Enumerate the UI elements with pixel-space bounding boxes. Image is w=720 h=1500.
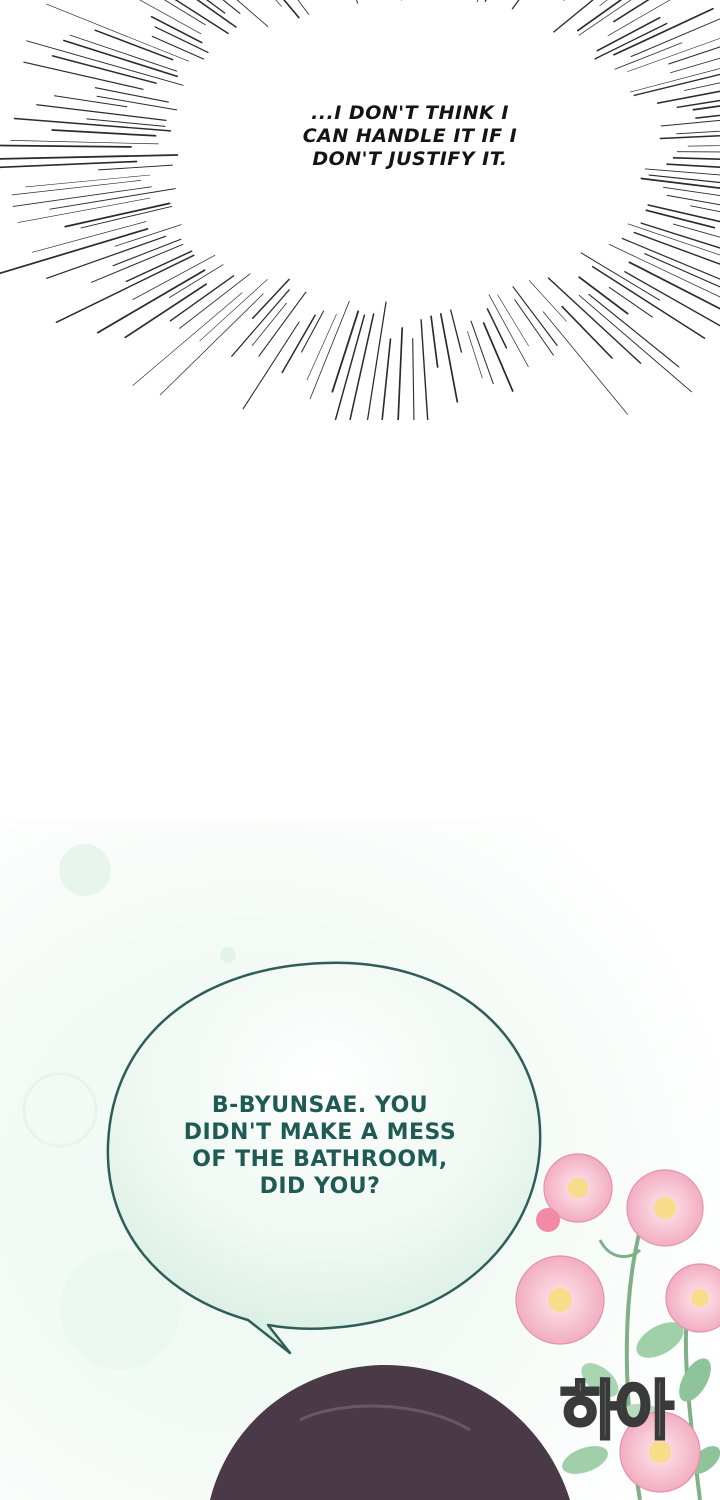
- burst-line: [168, 264, 224, 299]
- burst-line: [660, 119, 720, 127]
- burst-line: [596, 16, 661, 52]
- burst-line: [627, 37, 720, 72]
- burst-line: [51, 55, 157, 84]
- burst-line: [381, 338, 392, 420]
- burst-line: [687, 145, 720, 147]
- burst-line: [578, 294, 692, 393]
- burst-line: [397, 327, 404, 420]
- burst-line: [0, 144, 132, 148]
- burst-line: [553, 0, 594, 33]
- burst-line: [366, 301, 387, 420]
- burst-line: [139, 0, 202, 35]
- burst-line: [251, 302, 287, 346]
- burst-line: [591, 265, 706, 339]
- burst-line: [132, 292, 243, 386]
- burst-line: [96, 269, 206, 334]
- burst-line: [179, 273, 251, 329]
- burst-line: [676, 130, 720, 135]
- burst-line: [482, 322, 514, 392]
- burst-line: [17, 197, 151, 223]
- burst-line: [633, 73, 720, 97]
- burst-line: [627, 223, 720, 256]
- burst-line: [412, 338, 415, 420]
- burst-line: [11, 180, 141, 196]
- burst-line: [125, 250, 193, 283]
- burst-line: [630, 18, 720, 58]
- burst-line: [576, 0, 623, 32]
- panel-thought: ...I DON'T THINK I CAN HANDLE IT IF I DO…: [0, 0, 720, 420]
- burst-line: [283, 0, 300, 19]
- burst-line: [281, 314, 316, 374]
- burst-line: [614, 42, 683, 70]
- burst-line: [0, 154, 179, 160]
- burst-line: [644, 168, 720, 176]
- burst-line: [63, 39, 179, 78]
- burst-line: [695, 114, 720, 119]
- burst-line: [25, 174, 151, 188]
- burst-line: [174, 0, 229, 35]
- burst-line: [26, 40, 184, 86]
- burst-line: [542, 311, 628, 415]
- burst-line: [98, 164, 173, 171]
- burst-line: [96, 95, 178, 111]
- burst-line: [514, 299, 554, 356]
- burst-line: [231, 289, 290, 357]
- bokeh-circle: [220, 947, 236, 963]
- speech-text: B-BYUNSAE. YOU DIDN'T MAKE A MESS OF THE…: [183, 1093, 457, 1199]
- burst-line: [163, 0, 206, 26]
- burst-line: [10, 140, 159, 145]
- burst-line: [242, 321, 300, 410]
- burst-line: [154, 26, 209, 54]
- burst-line: [94, 29, 174, 61]
- burst-line: [258, 291, 307, 357]
- burst-line: [613, 0, 650, 23]
- burst-line: [169, 275, 235, 322]
- bokeh-circle: [59, 844, 111, 896]
- burst-line: [334, 314, 366, 420]
- burst-line: [356, 0, 359, 4]
- burst-line: [0, 228, 149, 275]
- burst-line: [621, 237, 720, 280]
- burst-line: [633, 231, 720, 265]
- burst-line: [420, 319, 429, 420]
- burst-lines: [0, 0, 720, 420]
- burst-line: [484, 0, 487, 2]
- burst-line: [80, 205, 173, 229]
- burst-line: [36, 104, 167, 122]
- burst-line: [594, 22, 668, 60]
- burst-line: [672, 156, 720, 161]
- burst-line: [488, 294, 529, 368]
- thought-text: ...I DON'T THINK I CAN HANDLE IT IF I DO…: [302, 102, 518, 170]
- burst-line: [676, 99, 720, 109]
- burst-line: [624, 271, 720, 327]
- burst-line: [599, 0, 608, 6]
- burst-line: [430, 315, 439, 368]
- burst-line: [666, 163, 720, 168]
- burst-line: [309, 300, 350, 400]
- burst-line: [476, 0, 479, 3]
- burst-line: [199, 279, 268, 342]
- burst-line: [467, 331, 483, 379]
- burst-line: [512, 286, 558, 346]
- burst-line: [588, 293, 680, 368]
- burst-line: [640, 222, 720, 249]
- burst-line: [94, 87, 169, 103]
- burst-line: [676, 151, 720, 153]
- burst-line: [511, 0, 520, 10]
- panel-speech: B-BYUNSAE. YOU DIDN'T MAKE A MESS OF THE…: [0, 820, 720, 1500]
- burst-line: [450, 309, 463, 353]
- burst-line: [159, 293, 264, 396]
- burst-line: [64, 202, 171, 228]
- sfx-text: 하아: [559, 1375, 676, 1449]
- burst-line: [607, 0, 671, 37]
- burst-line: [613, 7, 714, 56]
- burst-line: [486, 308, 508, 349]
- burst-line: [53, 95, 128, 108]
- burst-line: [51, 129, 157, 137]
- burst-line: [547, 277, 642, 364]
- burst-line: [580, 252, 661, 301]
